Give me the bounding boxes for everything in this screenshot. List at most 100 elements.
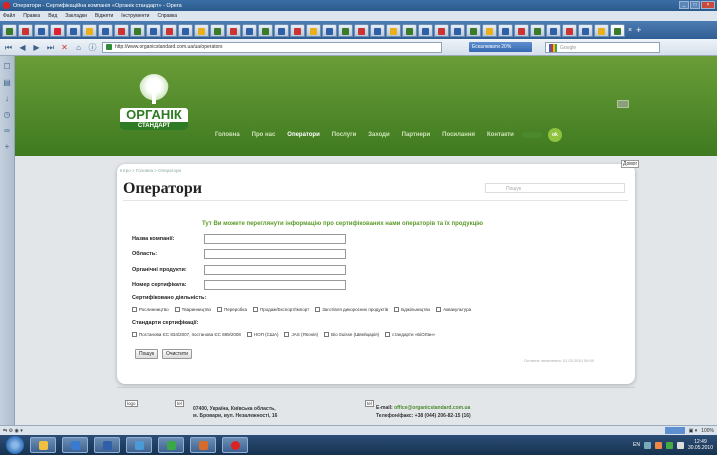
tray-app-icon[interactable]	[665, 441, 673, 449]
browser-tab[interactable]	[34, 23, 49, 37]
browser-tab[interactable]	[594, 23, 609, 37]
browser-tab[interactable]	[226, 23, 241, 37]
nav-services[interactable]: Послуги	[332, 132, 357, 142]
address-input[interactable]: http://www.organicstandard.com.ua/ua/ope…	[102, 41, 442, 53]
nav-events[interactable]: Заходи	[368, 132, 389, 142]
browser-tab[interactable]	[2, 23, 17, 37]
browser-tab[interactable]	[18, 23, 33, 37]
browser-tab[interactable]	[114, 23, 129, 37]
menu-edit[interactable]: Правка	[23, 13, 40, 19]
browser-tab[interactable]	[306, 23, 321, 37]
certificate-input[interactable]	[204, 280, 346, 290]
taskbar-app[interactable]	[126, 437, 152, 453]
forward-icon[interactable]: ▶	[31, 42, 42, 53]
activity-checkbox[interactable]	[217, 307, 223, 312]
maximize-button[interactable]: □	[690, 1, 700, 9]
activity-checkbox[interactable]	[132, 307, 137, 312]
taskbar-app[interactable]	[30, 437, 56, 453]
network-icon[interactable]	[643, 441, 651, 449]
browser-tab[interactable]	[418, 23, 433, 37]
browser-tab[interactable]	[402, 23, 417, 37]
taskbar-app[interactable]	[158, 437, 184, 453]
nav-contacts[interactable]: Контакти	[487, 132, 514, 142]
nav-go-button[interactable]: ok	[547, 128, 562, 142]
language-flag-icon[interactable]	[617, 100, 629, 108]
region-input[interactable]	[204, 249, 346, 259]
browser-tab[interactable]	[66, 23, 81, 37]
notes-panel-icon[interactable]: ▤	[2, 77, 13, 88]
standard-checkbox[interactable]	[324, 332, 330, 337]
zoom-control[interactable]: Ескалювати 20%	[469, 42, 532, 52]
history-panel-icon[interactable]: ◷	[2, 109, 13, 120]
activity-checkbox[interactable]	[436, 307, 442, 312]
site-search-input[interactable]: Пошук	[485, 183, 625, 193]
browser-tab[interactable]	[530, 23, 545, 37]
browser-tab[interactable]	[162, 23, 177, 37]
taskbar-app[interactable]	[94, 437, 120, 453]
activity-checkbox[interactable]	[315, 307, 321, 312]
panel-toggle-icon[interactable]: ⇆ ⚙ ◉ ▾	[3, 428, 23, 434]
browser-tab[interactable]	[514, 23, 529, 37]
view-mode-button[interactable]	[664, 427, 685, 434]
zoom-status[interactable]: 100%	[701, 428, 714, 434]
browser-tab[interactable]	[242, 23, 257, 37]
close-window-button[interactable]: ×	[701, 1, 715, 9]
nav-partners[interactable]: Партнери	[402, 132, 431, 142]
browser-tab[interactable]	[210, 23, 225, 37]
company-input[interactable]	[204, 234, 346, 244]
nav-links[interactable]: Посилання	[442, 132, 475, 142]
browser-tab[interactable]	[82, 23, 97, 37]
taskbar-app[interactable]	[222, 437, 248, 453]
menu-file[interactable]: Файл	[3, 13, 15, 19]
close-tab-icon[interactable]: ×	[628, 27, 632, 34]
browser-tab[interactable]	[562, 23, 577, 37]
browser-tab[interactable]	[274, 23, 289, 37]
browser-tab[interactable]	[546, 23, 561, 37]
nav-search-input[interactable]	[521, 132, 542, 138]
browser-tab[interactable]	[386, 23, 401, 37]
taskbar-app[interactable]	[62, 437, 88, 453]
browser-tab[interactable]	[354, 23, 369, 37]
browser-tab[interactable]	[258, 23, 273, 37]
stop-icon[interactable]: ✕	[59, 42, 70, 53]
menu-view[interactable]: Вид	[48, 13, 57, 19]
language-indicator[interactable]: EN	[633, 442, 640, 448]
search-engine-input[interactable]: Google	[545, 42, 660, 53]
browser-tab-active[interactable]	[610, 23, 625, 37]
downloads-panel-icon[interactable]: ↓	[2, 93, 13, 104]
standard-checkbox[interactable]	[284, 332, 290, 337]
menu-tools[interactable]: Інструменти	[121, 13, 149, 19]
browser-tab[interactable]	[98, 23, 113, 37]
breadcrumb[interactable]: Інтро > Головна > Оператори	[120, 168, 181, 173]
standard-checkbox[interactable]	[132, 332, 137, 337]
browser-tab[interactable]	[434, 23, 449, 37]
info-icon[interactable]: ⓘ	[87, 42, 98, 53]
volume-icon[interactable]	[676, 441, 684, 449]
browser-tab[interactable]	[50, 23, 65, 37]
browser-tab[interactable]	[466, 23, 481, 37]
menu-help[interactable]: Справка	[157, 13, 177, 19]
browser-tab[interactable]	[194, 23, 209, 37]
status-icons[interactable]: ▣ ▾	[689, 428, 698, 434]
start-button[interactable]	[6, 436, 24, 454]
clear-button[interactable]: Очистити	[162, 349, 192, 359]
products-input[interactable]	[204, 265, 346, 275]
browser-tab[interactable]	[498, 23, 513, 37]
browser-tab[interactable]	[482, 23, 497, 37]
search-button[interactable]: Пошук	[135, 349, 159, 359]
browser-tab[interactable]	[290, 23, 305, 37]
minimize-button[interactable]: _	[679, 1, 689, 9]
tray-app-icon[interactable]	[654, 441, 662, 449]
browser-tab[interactable]	[178, 23, 193, 37]
new-tab-icon[interactable]: +	[636, 25, 641, 35]
site-logo[interactable]: ОРГАНІК СТАНДАРТ	[120, 74, 188, 150]
taskbar-app[interactable]	[190, 437, 216, 453]
browser-tab[interactable]	[322, 23, 337, 37]
nav-operators[interactable]: Оператори	[287, 132, 320, 142]
activity-checkbox[interactable]	[252, 307, 258, 312]
menu-widgets[interactable]: Віджети	[95, 13, 113, 19]
links-panel-icon[interactable]: ∞	[2, 125, 13, 136]
home-icon[interactable]: ⌂	[73, 42, 84, 53]
back-icon[interactable]: ◀	[17, 42, 28, 53]
activity-checkbox[interactable]	[174, 307, 180, 312]
